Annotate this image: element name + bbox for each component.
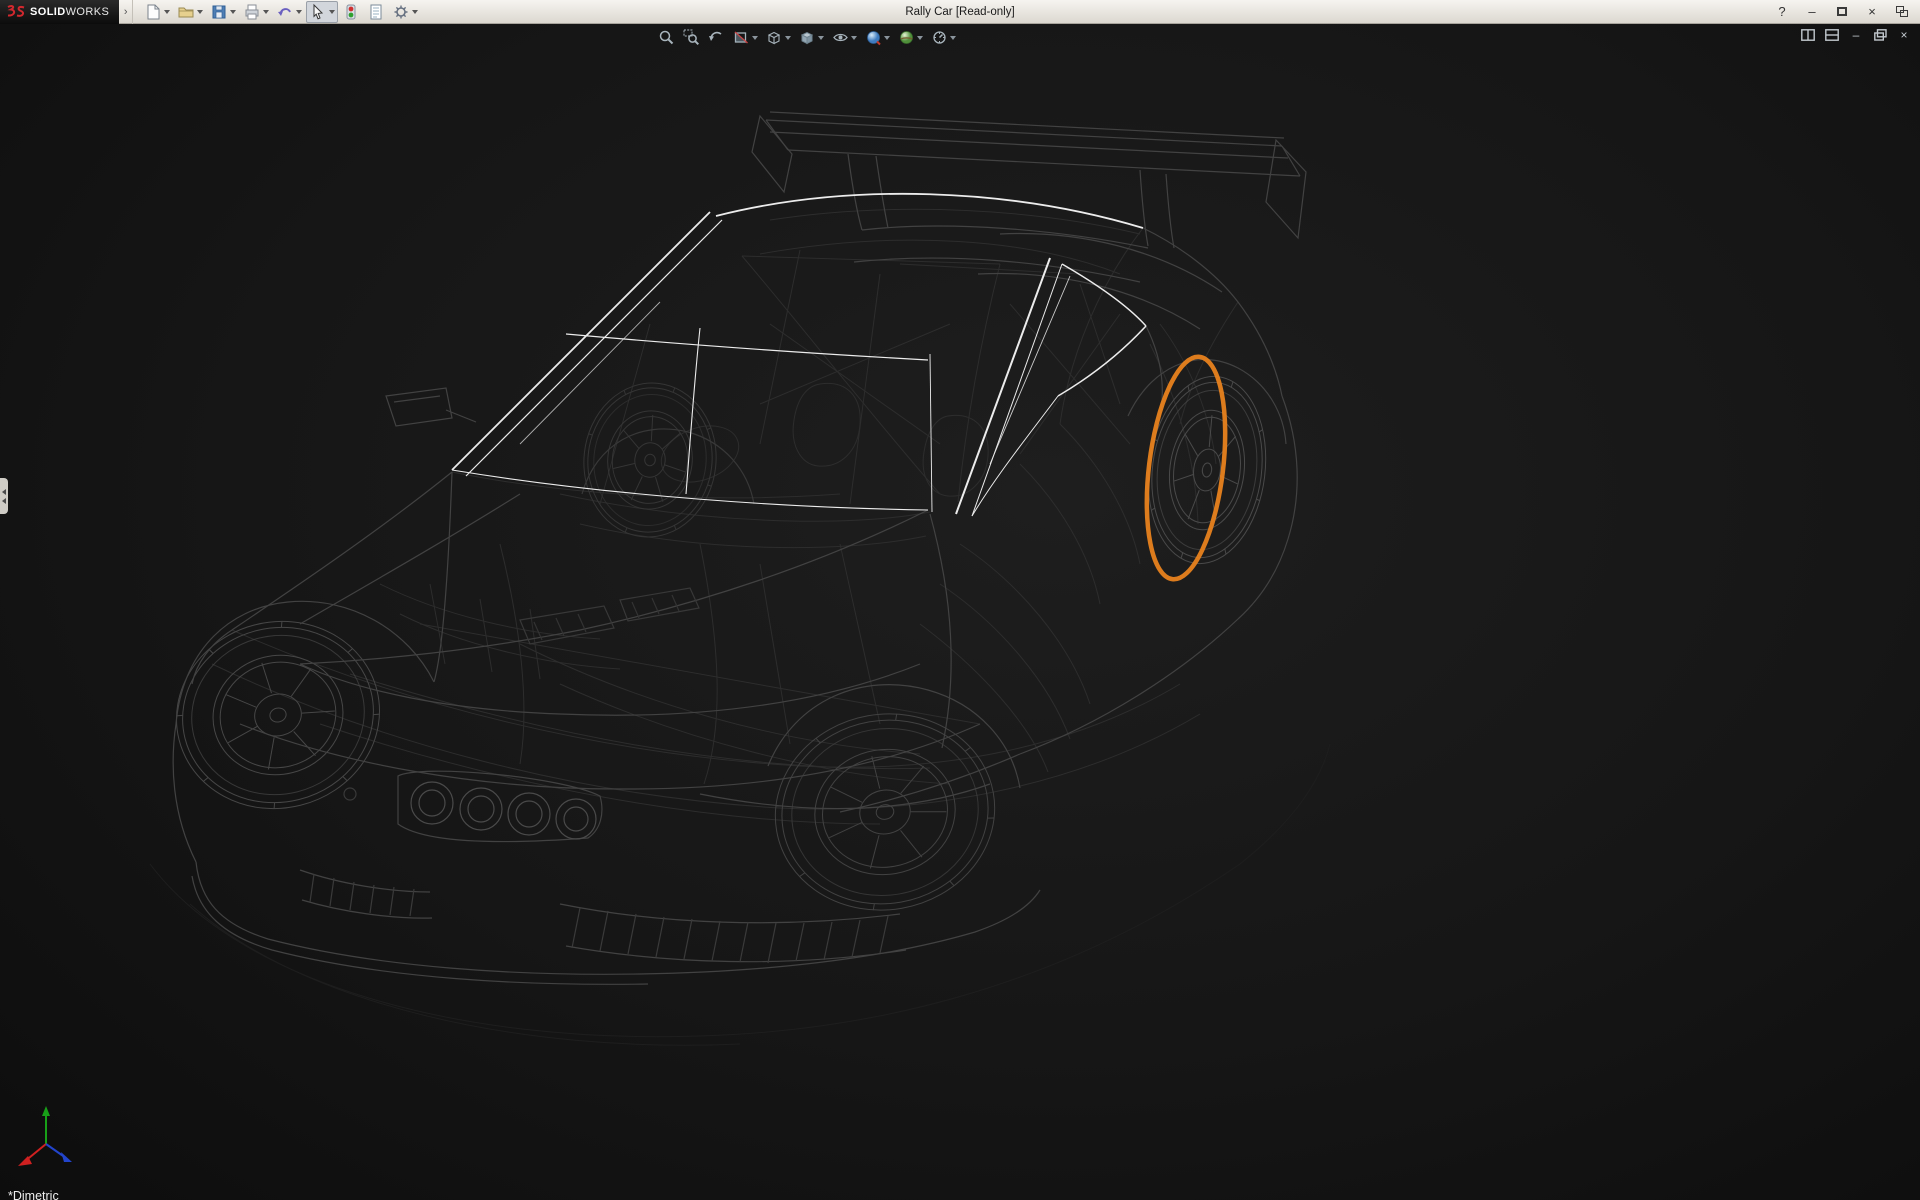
zoom-to-area-button[interactable] <box>680 26 703 49</box>
wireframe-car-model[interactable] <box>0 24 1920 1200</box>
zoom-to-fit-icon <box>658 29 675 46</box>
file-properties-icon <box>367 3 385 21</box>
view-orientation-label: *Dimetric <box>8 1189 59 1200</box>
apply-scene-button[interactable] <box>895 26 926 49</box>
solidworks-logo-text: SOLIDWORKS <box>30 6 109 18</box>
new-document-caret[interactable] <box>164 10 170 14</box>
print-icon <box>243 3 261 21</box>
split-vertical-button[interactable] <box>1800 27 1816 43</box>
options-caret[interactable] <box>412 10 418 14</box>
view-orientation-button[interactable] <box>763 26 794 49</box>
hidden-edges <box>212 209 1238 824</box>
restore-document-button[interactable] <box>1872 27 1888 43</box>
section-view-caret[interactable] <box>752 36 758 40</box>
open-folder-icon <box>177 3 195 21</box>
view-settings-button[interactable] <box>928 26 959 49</box>
previous-view-button[interactable] <box>705 26 728 49</box>
maximize-icon <box>1837 7 1847 16</box>
close-button[interactable]: × <box>1864 3 1880 21</box>
hide-show-caret[interactable] <box>851 36 857 40</box>
menu-expander-chevron[interactable]: › <box>119 0 133 24</box>
cascade-windows-icon <box>1896 6 1908 17</box>
main-toolbar <box>133 1 421 23</box>
undo-button[interactable] <box>273 1 305 23</box>
save-disk-icon <box>210 3 228 21</box>
wheels <box>157 370 1277 928</box>
orientation-triad <box>14 1102 84 1172</box>
previous-view-icon <box>708 29 725 46</box>
select-tool-button[interactable] <box>306 1 338 23</box>
minimize-button[interactable]: – <box>1804 3 1820 21</box>
display-style-button[interactable] <box>796 26 827 49</box>
select-cursor-icon <box>309 3 327 21</box>
rebuild-button[interactable] <box>339 1 363 23</box>
open-caret[interactable] <box>197 10 203 14</box>
solidworks-logo[interactable]: SOLIDWORKS <box>0 0 119 24</box>
apply-scene-ball-icon <box>898 29 915 46</box>
window-controls: ? – × <box>1774 3 1920 21</box>
display-style-cube-icon <box>799 29 816 46</box>
titlebar: SOLIDWORKS › <box>0 0 1920 24</box>
minimize-document-button[interactable]: – <box>1848 27 1864 43</box>
cascade-windows-button[interactable] <box>1894 3 1910 21</box>
help-button[interactable]: ? <box>1774 3 1790 21</box>
hide-show-items-button[interactable] <box>829 26 860 49</box>
headsup-view-toolbar <box>655 26 959 49</box>
edit-appearance-button[interactable] <box>862 26 893 49</box>
apply-scene-caret[interactable] <box>917 36 923 40</box>
select-caret[interactable] <box>329 10 335 14</box>
print-button[interactable] <box>240 1 272 23</box>
split-vertical-icon <box>1801 29 1815 41</box>
edit-appearance-caret[interactable] <box>884 36 890 40</box>
new-document-icon <box>144 3 162 21</box>
view-settings-caret[interactable] <box>950 36 956 40</box>
section-view-button[interactable] <box>730 26 761 49</box>
feature-panel-splitter[interactable] <box>0 478 8 514</box>
undo-arrow-icon <box>276 3 294 21</box>
maximize-button[interactable] <box>1834 3 1850 21</box>
hide-show-eye-icon <box>832 29 849 46</box>
view-orientation-caret[interactable] <box>785 36 791 40</box>
save-button[interactable] <box>207 1 239 23</box>
restore-document-icon <box>1874 29 1887 41</box>
solidworks-logo-icon <box>6 4 26 20</box>
document-window-controls: – × <box>1800 27 1912 43</box>
split-horizontal-button[interactable] <box>1824 27 1840 43</box>
section-view-icon <box>733 29 750 46</box>
file-properties-button[interactable] <box>364 1 388 23</box>
rebuild-stoplight-icon <box>342 3 360 21</box>
undo-caret[interactable] <box>296 10 302 14</box>
open-button[interactable] <box>174 1 206 23</box>
options-gear-icon <box>392 3 410 21</box>
options-button[interactable] <box>389 1 421 23</box>
graphics-viewport[interactable]: – × <box>0 24 1920 1200</box>
highlighted-glass-edges <box>452 194 1146 516</box>
view-settings-icon <box>931 29 948 46</box>
view-orientation-cube-icon <box>766 29 783 46</box>
close-document-button[interactable]: × <box>1896 27 1912 43</box>
split-horizontal-icon <box>1825 29 1839 41</box>
display-style-caret[interactable] <box>818 36 824 40</box>
zoom-to-area-icon <box>683 29 700 46</box>
edit-appearance-ball-icon <box>865 29 882 46</box>
save-caret[interactable] <box>230 10 236 14</box>
new-document-button[interactable] <box>141 1 173 23</box>
print-caret[interactable] <box>263 10 269 14</box>
ground-shadow-lines <box>150 744 1330 1045</box>
zoom-to-fit-button[interactable] <box>655 26 678 49</box>
